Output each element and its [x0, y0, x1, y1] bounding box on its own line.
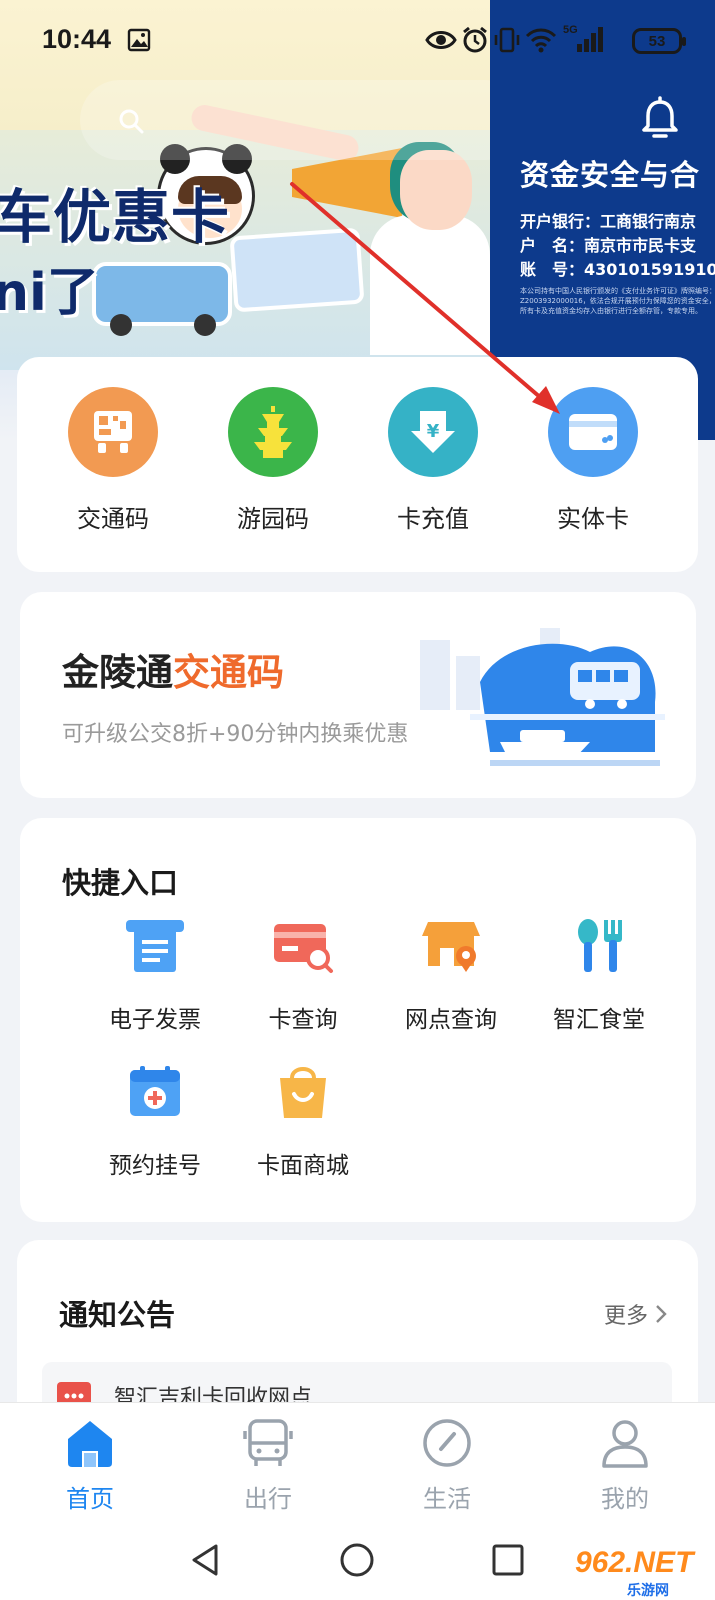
- eye-icon: [425, 31, 457, 49]
- physical-card-icon: [548, 387, 638, 477]
- shortcut-label: 预约挂号: [109, 1153, 201, 1179]
- alarm-icon: [463, 26, 487, 53]
- shortcut-appointment[interactable]: 预约挂号: [80, 1064, 230, 1180]
- card-recharge-icon: ¥: [388, 387, 478, 477]
- appointment-icon: [130, 1066, 180, 1116]
- recents-icon[interactable]: [488, 1540, 528, 1580]
- chevron-right-icon: [656, 1305, 667, 1323]
- nav-home[interactable]: 首页: [30, 1417, 150, 1514]
- bus-illustration: [92, 262, 232, 336]
- quick-action-label: 实体卡: [557, 505, 629, 533]
- card-query-icon: [274, 924, 333, 973]
- shortcuts-title: 快捷入口: [62, 866, 179, 900]
- promo-title: 金陵通交通码: [62, 642, 284, 696]
- outlet-query-icon: [422, 922, 480, 972]
- quick-action-label: 交通码: [77, 505, 149, 533]
- back-icon[interactable]: [186, 1540, 226, 1580]
- girl-illustration-body: [370, 215, 490, 355]
- battery-indicator: 53: [632, 28, 686, 54]
- watermark-logo: 962.NET 乐游网: [575, 1546, 715, 1600]
- promo-title-main: 金陵通: [62, 651, 173, 694]
- transit-code-promo-card[interactable]: 金陵通交通码 可升级公交8折+90分钟内换乘优惠: [20, 592, 696, 798]
- signal-5g-icon: 5G: [563, 24, 603, 52]
- shortcuts-card: 快捷入口 电子发票 卡查询 网点查询 智汇食堂 预约挂号 卡面商城: [20, 818, 696, 1222]
- nav-travel[interactable]: 出行: [208, 1417, 328, 1514]
- bus-icon: [243, 1419, 293, 1466]
- compass-icon: [423, 1419, 471, 1467]
- notice-fine-print: 本公司持有中国人民银行颁发的《支付业务许可证》牌照编号：Z20039320000…: [520, 287, 715, 315]
- shortcut-label: 卡查询: [268, 1007, 338, 1033]
- vibrate-icon: [494, 27, 520, 53]
- notices-title: 通知公告: [59, 1298, 176, 1332]
- svg-text:5G: 5G: [563, 24, 578, 36]
- quick-action-physical-card[interactable]: 实体卡: [523, 387, 663, 534]
- more-label: 更多: [603, 1304, 648, 1329]
- nav-mine[interactable]: 我的: [565, 1417, 685, 1514]
- banner-promo-subtitle: ni了: [0, 263, 99, 323]
- girl-illustration-head: [400, 150, 472, 230]
- shortcut-label: 卡面商城: [257, 1153, 349, 1179]
- quick-actions-card: 交通码 游园码 ¥ 卡充值 实体卡: [17, 357, 698, 572]
- notice-holder-line: 户 名：南京市市民卡支: [520, 236, 697, 255]
- bottom-navigation: 首页 出行 生活 我的: [0, 1402, 715, 1522]
- home-circle-icon[interactable]: [337, 1540, 377, 1580]
- nav-label: 我的: [601, 1485, 649, 1513]
- shortcut-card-query[interactable]: 卡查询: [228, 918, 378, 1034]
- card-illustration: [229, 227, 365, 313]
- notice-account-line: 账 号：4301015919101: [520, 260, 715, 279]
- shortcut-card-mall[interactable]: 卡面商城: [228, 1064, 378, 1180]
- shortcut-label: 电子发票: [109, 1007, 201, 1033]
- transit-code-icon: [68, 387, 158, 477]
- quick-action-label: 卡充值: [397, 505, 469, 533]
- banner-promo-title: 车优惠卡: [0, 183, 231, 251]
- quick-action-label: 游园码: [237, 505, 309, 533]
- shortcut-outlet-query[interactable]: 网点查询: [376, 918, 526, 1034]
- search-icon[interactable]: [118, 108, 144, 134]
- e-invoice-icon: [126, 920, 184, 972]
- status-time: 10:44: [42, 24, 112, 54]
- park-code-icon: [228, 387, 318, 477]
- shortcut-canteen[interactable]: 智汇食堂: [524, 918, 674, 1034]
- shortcut-label: 智汇食堂: [553, 1007, 645, 1033]
- nav-label: 首页: [66, 1485, 114, 1513]
- notice-title: 资金安全与合: [520, 158, 701, 192]
- city-bus-ferry-illustration: [420, 628, 665, 766]
- notices-more-link[interactable]: 更多: [604, 1298, 668, 1330]
- wifi-icon: [525, 28, 557, 53]
- quick-action-park-code[interactable]: 游园码: [203, 387, 343, 534]
- svg-text:¥: ¥: [427, 421, 440, 442]
- nav-label: 生活: [423, 1485, 471, 1513]
- shortcut-label: 网点查询: [405, 1007, 497, 1033]
- promo-title-accent: 交通码: [173, 651, 284, 694]
- nav-label: 出行: [244, 1485, 292, 1513]
- gallery-icon: [127, 28, 151, 52]
- search-bar[interactable]: [80, 80, 525, 160]
- canteen-icon: [578, 919, 622, 972]
- bell-icon[interactable]: [638, 96, 682, 140]
- quick-action-transit-code[interactable]: 交通码: [43, 387, 183, 534]
- watermark-main: 962.NET: [575, 1546, 694, 1579]
- quick-action-card-recharge[interactable]: ¥ 卡充值: [363, 387, 503, 534]
- home-icon: [68, 1421, 112, 1467]
- nav-life[interactable]: 生活: [387, 1417, 507, 1514]
- notice-bank-line: 开户银行：工商银行南京: [520, 212, 697, 231]
- watermark-sub: 乐游网: [627, 1582, 669, 1598]
- shortcut-e-invoice[interactable]: 电子发票: [80, 918, 230, 1034]
- status-bar: 10:44 5G 53: [0, 0, 715, 80]
- promo-description: 可升级公交8折+90分钟内换乘优惠: [62, 722, 409, 747]
- card-mall-icon: [280, 1067, 326, 1118]
- user-icon: [602, 1420, 648, 1468]
